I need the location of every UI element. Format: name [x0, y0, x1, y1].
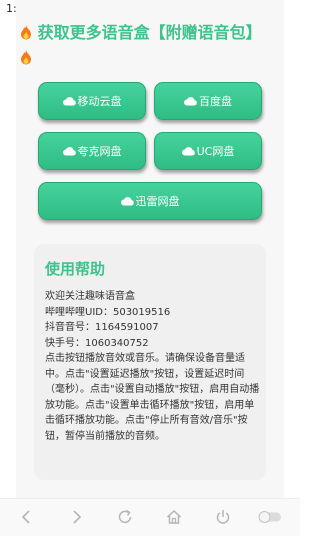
uc-pan-button[interactable]: UC网盘	[154, 132, 262, 170]
help-card: 使用帮助 欢迎关注趣味语音盒 哔哩哔哩UID：503019516 抖音音号：11…	[34, 244, 266, 480]
quark-pan-button[interactable]: 夸克网盘	[38, 132, 146, 170]
page-title-text: 获取更多语音盒【附赠语音包】	[37, 23, 262, 42]
help-content: 欢迎关注趣味语音盒 哔哩哔哩UID：503019516 抖音音号：1164591…	[45, 289, 261, 444]
help-line: 快手号：1060340752	[45, 337, 149, 349]
forward-icon[interactable]	[66, 507, 86, 527]
power-icon[interactable]	[213, 507, 233, 527]
xunlei-pan-button[interactable]: 迅雷网盘	[38, 182, 262, 220]
help-line: 欢迎关注趣味语音盒	[45, 291, 135, 302]
cloud-icon	[181, 147, 195, 156]
help-title: 使用帮助	[45, 260, 106, 278]
fire-icon	[21, 25, 31, 40]
mobile-cloud-button[interactable]: 移动云盘	[38, 82, 146, 120]
cloud-icon	[62, 147, 76, 156]
page-title: 获取更多语音盒【附赠语音包】	[20, 20, 270, 70]
cloud-icon	[184, 97, 197, 106]
help-paragraph: 点击按钮播放音效或音乐。请确保设备音量适中。点击"设置延迟播放"按钮，设置延迟时…	[45, 353, 260, 442]
refresh-icon[interactable]	[115, 507, 135, 527]
baidu-pan-label: 百度盘	[199, 95, 232, 108]
browser-nav-bar	[0, 498, 300, 536]
home-icon[interactable]	[164, 507, 184, 527]
help-line: 抖音音号：1164591007	[45, 322, 159, 333]
help-line: 哔哩哔哩UID：503019516	[45, 306, 171, 318]
baidu-pan-button[interactable]: 百度盘	[154, 82, 262, 120]
xunlei-pan-label: 迅雷网盘	[135, 195, 180, 208]
back-icon[interactable]	[17, 507, 37, 527]
cloud-icon	[120, 197, 134, 206]
quark-pan-label: 夸克网盘	[77, 145, 122, 158]
uc-pan-label: UC网盘	[196, 145, 235, 158]
mobile-cloud-label: 移动云盘	[77, 95, 122, 108]
toggle-icon[interactable]	[257, 507, 283, 527]
cloud-icon	[62, 97, 76, 106]
fire-icon	[21, 50, 31, 65]
